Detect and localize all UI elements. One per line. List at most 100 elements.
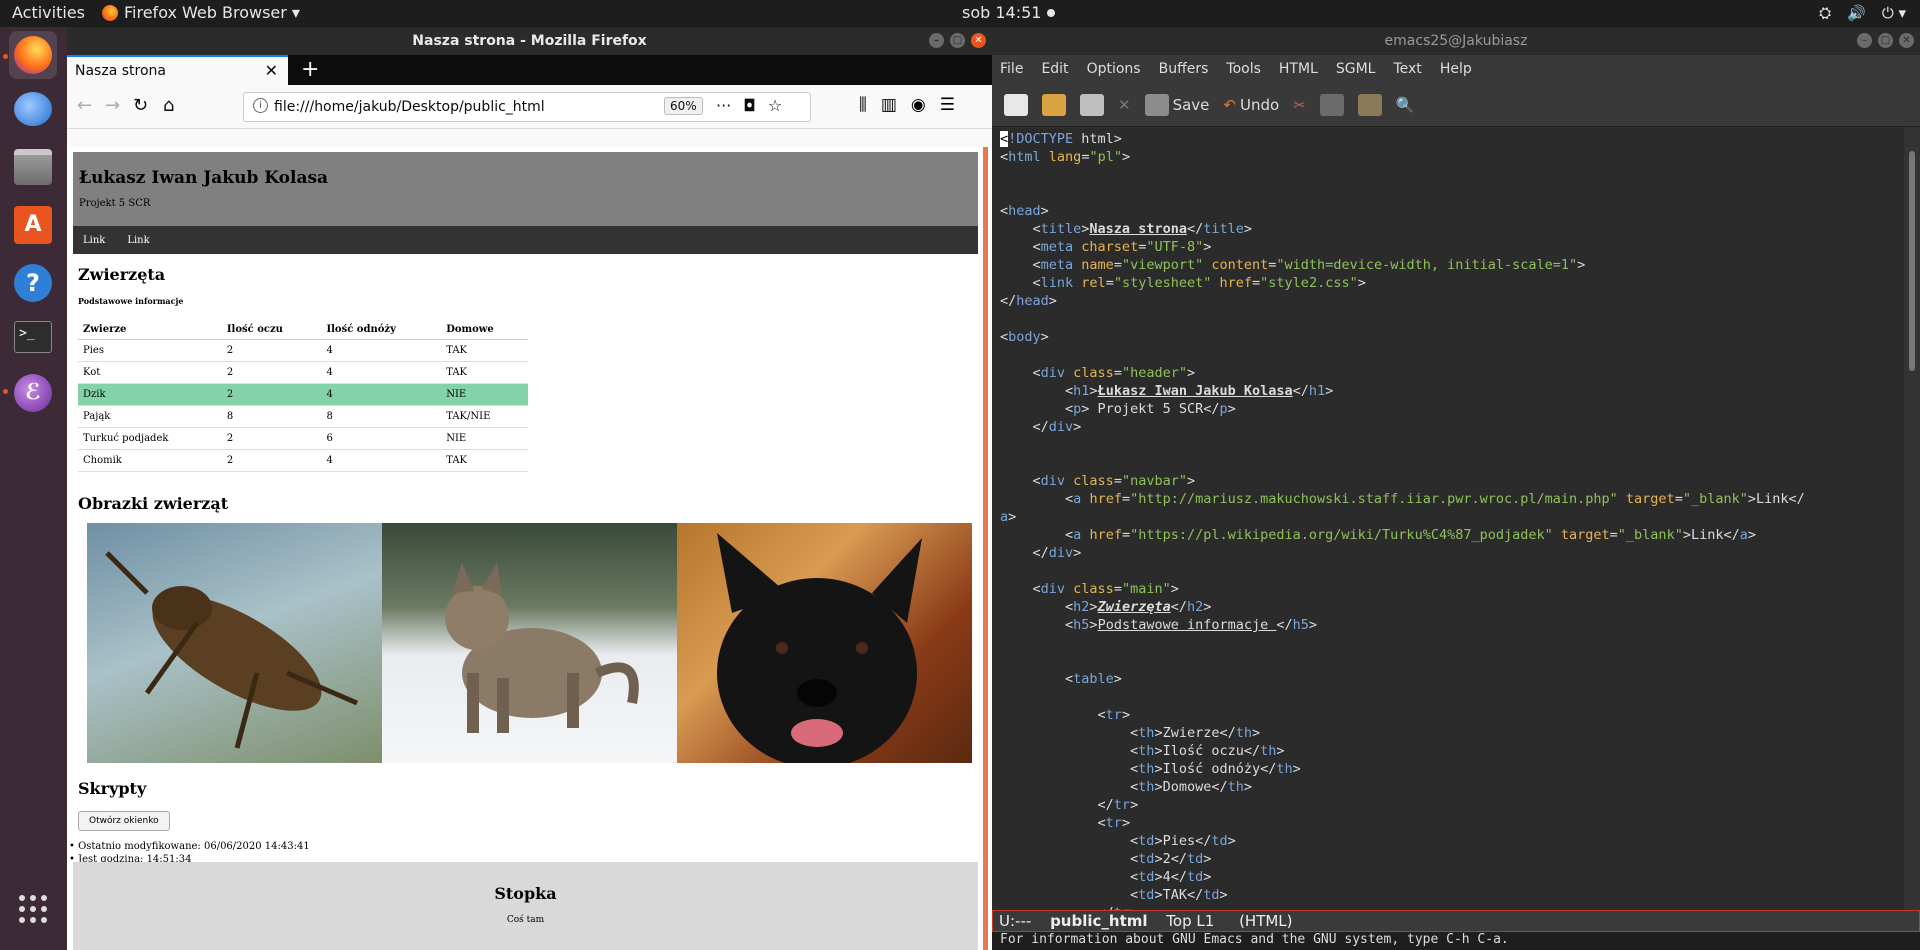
nav-link-2[interactable]: Link — [127, 235, 149, 246]
undo-button[interactable]: ↶ Undo — [1223, 96, 1279, 114]
table-cell: 2 — [221, 339, 322, 362]
emacs-window-title: emacs25@Jakubiasz — [1384, 33, 1528, 49]
table-cell: NIE — [441, 383, 528, 406]
site-info-icon[interactable]: i — [253, 98, 268, 113]
table-cell: TAK/NIE — [441, 405, 528, 428]
maximize-button[interactable]: □ — [1878, 33, 1893, 48]
modeline-buffer-name[interactable]: public_html — [1050, 912, 1147, 930]
zoom-badge[interactable]: 60% — [664, 97, 703, 115]
forward-icon[interactable]: → — [105, 95, 120, 116]
dog-photo — [677, 523, 972, 763]
table-row: Pająk 8 8 TAK/NIE — [78, 405, 528, 428]
show-apps-icon[interactable] — [9, 885, 57, 933]
nav-link-1[interactable]: Link — [83, 235, 105, 246]
copy-icon[interactable] — [1319, 93, 1344, 116]
undo-label: Undo — [1239, 95, 1280, 114]
scripts-section: Skrypty Otwórz okienko — [78, 779, 170, 831]
scroll-thumb[interactable] — [1909, 151, 1915, 371]
table-cell: 4 — [321, 449, 442, 472]
table-cell: 4 — [321, 361, 442, 384]
new-tab-button[interactable]: + — [301, 57, 319, 82]
pocket-icon[interactable]: ◘ — [743, 96, 756, 115]
close-tab-icon[interactable]: ✕ — [265, 61, 278, 80]
save-label: Save — [1172, 95, 1210, 114]
hamburger-menu-icon[interactable]: ☰ — [940, 95, 955, 115]
bookmark-star-icon[interactable]: ☆ — [768, 96, 782, 115]
table-cell: Pająk — [78, 405, 222, 428]
dock-firefox-icon[interactable] — [9, 31, 57, 79]
running-indicator — [3, 54, 8, 59]
menu-edit[interactable]: Edit — [1041, 61, 1068, 77]
power-icon: ⏻ ▾ — [1881, 4, 1906, 22]
section-subheading: Podstawowe informacje — [78, 296, 184, 306]
menu-sgml[interactable]: SGML — [1336, 61, 1376, 77]
library-icon[interactable]: ⫼ — [859, 95, 867, 115]
back-icon[interactable]: ← — [77, 95, 92, 116]
open-window-button[interactable]: Otwórz okienko — [78, 811, 170, 831]
url-bar[interactable]: i file:///home/jakub/Desktop/public_html… — [243, 92, 811, 122]
open-folder-icon[interactable] — [1042, 93, 1066, 116]
table-cell: 6 — [321, 427, 442, 450]
home-icon[interactable]: ⌂ — [163, 95, 174, 116]
save-button[interactable]: Save — [1144, 93, 1210, 116]
modeline-mode[interactable]: (HTML) — [1239, 912, 1292, 930]
table-cell: 2 — [221, 427, 322, 450]
close-button[interactable]: ✕ — [971, 33, 986, 48]
table-cell: 2 — [221, 449, 322, 472]
table-cell: TAK — [441, 339, 528, 362]
new-file-icon[interactable] — [1004, 93, 1028, 116]
code-editor[interactable]: <!DOCTYPE html> <html lang="pl"> <head> … — [992, 127, 1904, 910]
animals-table: Zwierze Ilość oczu Ilość odnóży Domowe P… — [78, 320, 528, 472]
menu-file[interactable]: File — [1000, 61, 1023, 77]
table-row: Chomik 2 4 TAK — [78, 449, 528, 472]
table-row: Kot 2 4 TAK — [78, 361, 528, 384]
reload-icon[interactable]: ↻ — [133, 95, 148, 116]
scripts-heading: Skrypty — [78, 779, 147, 798]
clock-label: sob 14:51 — [962, 3, 1042, 22]
page-scrollbar[interactable] — [983, 147, 988, 950]
emacs-titlebar[interactable]: emacs25@Jakubiasz – □ ✕ — [992, 27, 1920, 55]
clock[interactable]: sob 14:51 — [962, 3, 1056, 22]
search-icon[interactable]: 🔍 — [1396, 96, 1415, 114]
account-icon[interactable]: ◉ — [911, 95, 926, 115]
system-tray[interactable]: ⛭ 🔊 ⏻ ▾ — [1819, 4, 1906, 22]
dock-thunderbird-icon[interactable] — [9, 85, 57, 133]
menu-tools[interactable]: Tools — [1226, 61, 1261, 77]
minimize-button[interactable]: – — [929, 33, 944, 48]
firefox-icon — [102, 4, 118, 21]
emacs-scrollbar[interactable] — [1904, 127, 1920, 910]
paste-icon[interactable] — [1357, 93, 1382, 116]
menu-text[interactable]: Text — [1393, 61, 1421, 77]
menu-html[interactable]: HTML — [1279, 61, 1318, 77]
dock-terminal-icon[interactable]: >_ — [9, 313, 57, 361]
dock-software-icon[interactable]: A — [9, 201, 57, 249]
menu-help[interactable]: Help — [1440, 61, 1472, 77]
table-header: Domowe — [441, 320, 528, 340]
dock-help-icon[interactable]: ? — [9, 259, 57, 307]
close-button[interactable]: ✕ — [1899, 33, 1914, 48]
menu-buffers[interactable]: Buffers — [1159, 61, 1209, 77]
table-row-highlighted: Dzik 2 4 NIE — [78, 383, 528, 406]
save-icon — [1144, 93, 1169, 116]
tab-nasza-strona[interactable]: Nasza strona ✕ — [67, 55, 288, 85]
dock-files-icon[interactable] — [9, 143, 57, 191]
maximize-button[interactable]: □ — [950, 33, 965, 48]
table-row: Pies 2 4 TAK — [78, 339, 528, 362]
buffer-text: <!DOCTYPE html> <html lang="pl"> <head> … — [1000, 131, 1805, 910]
app-menu[interactable]: Firefox Web Browser ▾ — [102, 3, 300, 22]
close-buffer-icon[interactable]: ✕ — [1118, 96, 1131, 114]
firefox-titlebar[interactable]: Nasza strona - Mozilla Firefox – □ ✕ — [67, 27, 992, 55]
activities-button[interactable]: Activities — [12, 3, 85, 22]
menu-options[interactable]: Options — [1087, 61, 1141, 77]
cut-icon[interactable]: ✂ — [1293, 96, 1306, 114]
dock: A ? >_ ℰ — [0, 27, 67, 950]
network-icon: ⛭ — [1819, 4, 1832, 22]
dock-emacs-icon[interactable]: ℰ — [9, 369, 57, 417]
open-dired-icon[interactable] — [1080, 93, 1104, 116]
header-title: Łukasz Iwan Jakub Kolasa — [79, 168, 329, 188]
sidebar-icon[interactable]: ▥ — [881, 95, 897, 115]
emacs-window: emacs25@Jakubiasz – □ ✕ File Edit Option… — [992, 27, 1920, 950]
minimize-button[interactable]: – — [1857, 33, 1872, 48]
page-actions-icon[interactable]: ··· — [716, 96, 731, 115]
table-cell: Turkuć podjadek — [78, 427, 222, 450]
